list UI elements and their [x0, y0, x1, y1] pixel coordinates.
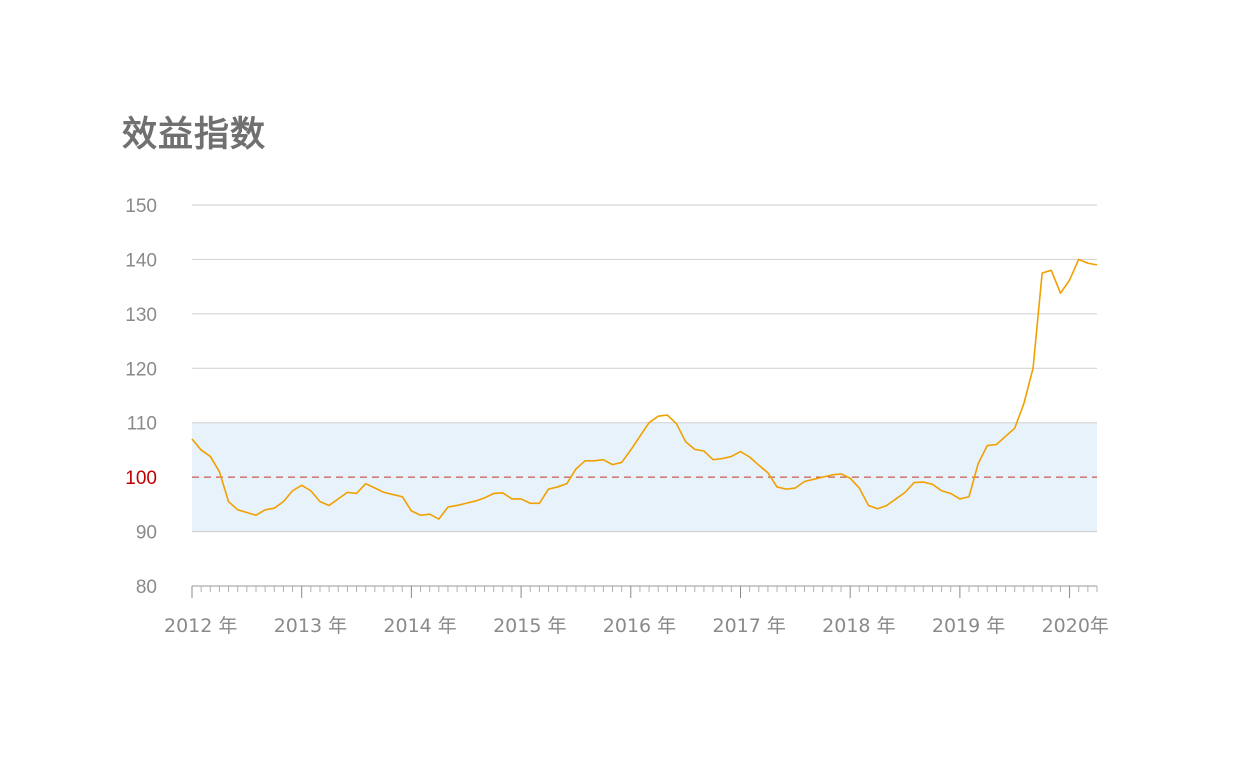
line-chart: 80 90 100 110 120 130 140 150 2012 年 2013 年 2014 … [125, 196, 1109, 637]
y-tick-label-100: 100 [125, 468, 157, 489]
x-tick-label-2014: 2014 年 [383, 615, 456, 637]
y-tick-label-130: 130 [125, 305, 157, 326]
y-tick-label-150: 150 [125, 196, 157, 217]
x-tick-label-2018: 2018 年 [822, 615, 895, 637]
y-tick-label-80: 80 [136, 577, 157, 598]
y-tick-label-140: 140 [125, 250, 157, 271]
y-tick-label-120: 120 [125, 359, 157, 380]
x-axis [191, 586, 1098, 598]
x-axis-labels: 2012 年 2013 年 2014 年 2015 年 2016 年 2017 年 2018… [164, 615, 1109, 637]
x-tick-label-2020: 2020年 [1042, 615, 1109, 637]
x-tick-label-2016: 2016 年 [603, 615, 676, 637]
y-tick-label-90: 90 [136, 523, 157, 544]
y-tick-label-110: 110 [127, 414, 157, 435]
x-tick-label-2012: 2012 年 [164, 615, 237, 637]
y-axis: 80 90 100 110 120 130 140 150 [125, 196, 157, 598]
x-tick-label-2015: 2015 年 [493, 615, 566, 637]
x-tick-label-2017: 2017 年 [712, 615, 785, 637]
x-tick-label-2013: 2013 年 [274, 615, 347, 637]
x-tick-label-2019: 2019 年 [932, 615, 1005, 637]
